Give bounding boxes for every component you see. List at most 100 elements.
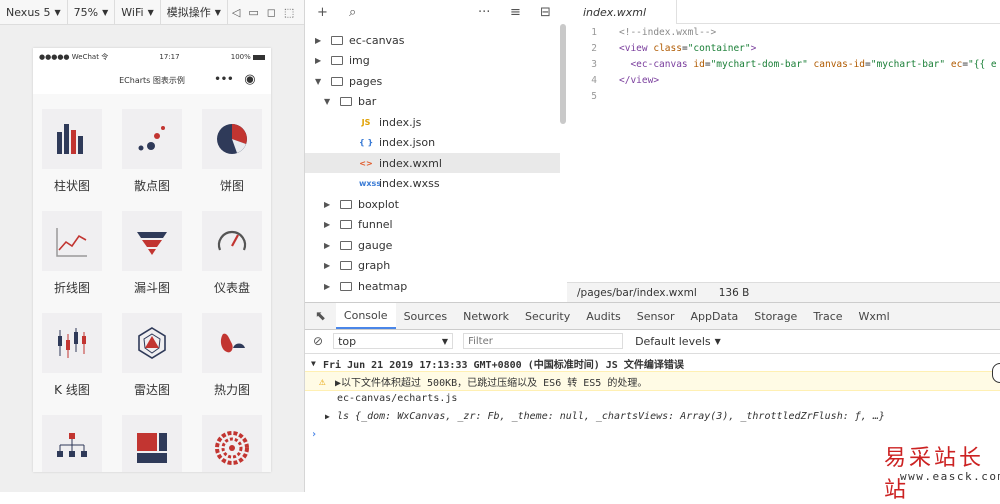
tree-item[interactable]: ▼ pages [305,71,560,91]
tab-network[interactable]: Network [455,303,517,329]
tree-item[interactable]: ▶ funnel [305,215,560,235]
tree-item-label: index.wxml [379,156,442,170]
zoom-select[interactable]: 75% ▼ [68,0,116,24]
chart-item-funnel[interactable]: 漏斗图 [113,196,191,296]
rotate-icon[interactable]: ▭ [244,0,262,24]
device-select[interactable]: Nexus 5 ▼ [0,0,68,24]
code-line[interactable]: 4 </view> [567,72,1000,88]
chart-item-gauge[interactable]: 仪表盘 [193,196,271,296]
console-filter-input[interactable] [463,333,624,349]
add-icon[interactable]: + [317,5,328,20]
tree-item[interactable]: { } index.json [305,133,560,153]
tree-item[interactable]: ▶ ec-canvas [305,30,560,50]
chart-item-heatmap[interactable]: 热力图 [193,298,271,398]
console-object: ls {_dom: WxCanvas, _zr: Fb, _theme: nul… [337,410,885,422]
tree-item-label: ec-canvas [349,33,405,47]
volume-icon[interactable]: ◁ [228,0,244,24]
code-line[interactable]: 5 [567,88,1000,104]
chart-item-sunburst[interactable] [193,400,271,472]
folder-icon [340,261,352,270]
file-icon: wxss [359,179,382,188]
fullscreen-icon[interactable]: ◻ [263,0,280,24]
editor-status-bar: /pages/bar/index.wxml 136 B [567,282,1000,302]
chart-item-radar[interactable]: 雷达图 [113,298,191,398]
line-number: 1 [591,26,597,38]
chevron-right-icon: ▶ [324,199,331,209]
pie-chart-icon [202,109,262,169]
tab-trace[interactable]: Trace [805,303,850,329]
zoom-label: 75% [73,5,99,19]
tree-item[interactable]: ▼ bar [305,92,560,112]
code-line[interactable]: 1 <!--index.wxml--> [567,24,1000,40]
tab-index-wxml[interactable]: index.wxml [567,0,677,24]
code-line[interactable]: 2 <view class="container"> [567,40,1000,56]
chart-item-bar[interactable]: 柱状图 [33,94,111,194]
tab-console[interactable]: Console [335,303,396,329]
collapse-icon[interactable]: ≡ [510,5,521,20]
chart-label: 饼图 [219,179,244,193]
code-text: <view class="container"> [619,42,757,54]
chart-item-line[interactable]: 折线图 [33,196,111,296]
candlestick-chart-icon [42,313,102,373]
popout-icon[interactable]: ⬚ [280,0,298,24]
close-icon[interactable]: ◉ [244,72,255,87]
tree-item[interactable]: JS index.js [305,112,560,132]
chevron-down-icon: ▼ [441,336,449,346]
chart-label: 热力图 [213,383,250,397]
chevron-right-icon: ▶ [324,281,331,291]
line-number: 2 [591,42,597,54]
split-icon[interactable]: ⊟ [540,5,551,20]
side-toggle-icon[interactable] [992,363,1000,383]
chevron-right-icon: ▶ [324,261,331,270]
tree-item[interactable]: ▶ heatmap [305,276,560,296]
context-select[interactable]: top ▼ [333,333,454,349]
code-line[interactable]: 3 <ec-canvas id="mychart-dom-bar" canvas… [567,56,1000,72]
tree-item[interactable]: ▶ graph [305,256,560,276]
console-object-line[interactable]: ▶ ls {_dom: WxCanvas, _zr: Fb, _theme: n… [305,407,1000,425]
chevron-down-icon: ▼ [54,7,61,17]
inspect-icon[interactable]: ⬉ [305,309,336,324]
simulator-panel: Nexus 5 ▼ 75% ▼ WiFi ▼ 模拟操作 ▼ ◁ ▭ ◻ ⬚ ●●●●● … [0,0,305,492]
mode-select[interactable]: 模拟操作 ▼ [161,0,228,24]
tab-audits[interactable]: Audits [578,303,629,329]
network-select[interactable]: WiFi ▼ [115,0,161,24]
file-explorer: + ⌕ ··· ≡ ⊟ ▶ ec-canvas ▶ img ▼ pages ▼ bar JS in… [305,0,568,302]
tree-item-label: pages [349,74,383,88]
tree-item[interactable]: ▶ boxplot [305,194,560,214]
more-icon[interactable]: ••• [214,74,233,85]
folder-icon [340,281,352,291]
tab-sensor[interactable]: Sensor [629,303,683,329]
log-levels-select[interactable]: Default levels ▼ [635,335,721,348]
console-filter-bar: ⊘ top ▼ Default levels ▼ [305,329,1000,354]
device-label: Nexus 5 [6,5,51,19]
chart-item-candlestick[interactable]: K 线图 [33,298,111,398]
tree-chart-icon [42,415,102,472]
console-group-line[interactable]: ▼ Fri Jun 21 2019 17:13:33 GMT+0800 (中国标… [305,354,1000,372]
line-number: 4 [591,74,597,86]
search-icon[interactable]: ⌕ [349,5,356,20]
chart-item-treemap[interactable] [113,400,191,472]
tab-appdata[interactable]: AppData [683,303,747,329]
tab-security[interactable]: Security [517,303,578,329]
tree-item-label: bar [358,95,377,108]
tree-item[interactable]: wxss index.wxss [305,174,560,194]
chart-label: 柱状图 [53,179,90,193]
tab-sources[interactable]: Sources [396,303,456,329]
tree-scrollbar[interactable] [560,24,566,124]
scatter-chart-icon [122,109,182,169]
tree-item[interactable]: <> index.wxml [305,153,560,173]
chart-item-scatter[interactable]: 散点图 [113,94,191,194]
tree-item[interactable]: ▶ gauge [305,235,560,255]
explorer-toolbar: + ⌕ ··· ≡ ⊟ [305,0,567,24]
tab-wxml[interactable]: Wxml [851,303,898,329]
tree-item-label: index.js [379,115,422,129]
chart-item-tree[interactable] [33,400,111,472]
chart-item-pie[interactable]: 饼图 [193,94,271,194]
tab-storage[interactable]: Storage [746,303,805,329]
chevron-right-icon: ▶ [315,35,322,45]
clear-console-icon[interactable]: ⊘ [313,334,323,348]
phone-status-bar: ●●●●● WeChat 令 17:17 100% [33,48,271,66]
more-icon[interactable]: ··· [478,5,490,20]
code-text: </view> [619,74,660,86]
tree-item[interactable]: ▶ img [305,51,560,71]
